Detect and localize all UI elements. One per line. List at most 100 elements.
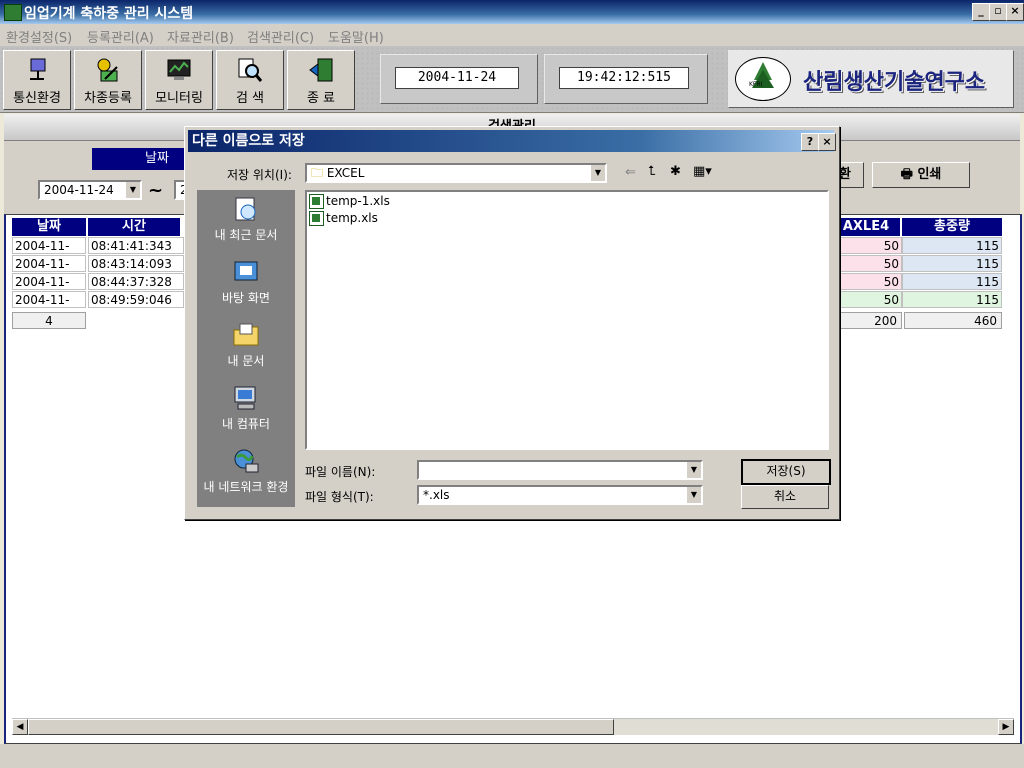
magnifier-icon <box>238 58 263 82</box>
excel-file-icon <box>309 194 324 209</box>
summary-axle4: 200 <box>830 312 902 329</box>
filetype-select[interactable]: *.xls ▼ <box>417 485 703 505</box>
menu-help[interactable]: 도움말(H) <box>328 27 384 46</box>
save-as-dialog: 다른 이름으로 저장 ? × 저장 위치(I): 🗀 EXCEL ▼ ⇐ ⮤ ✱… <box>184 126 840 520</box>
filename-input[interactable]: ▼ <box>417 460 703 480</box>
table-row-time: 08:44:37:328 <box>88 273 184 290</box>
status-bar <box>0 744 1024 768</box>
dialog-title: 다른 이름으로 저장 <box>192 133 305 149</box>
time-panel: 19:42:12:515 <box>544 54 708 104</box>
edit-pencil-icon <box>97 58 118 82</box>
close-window-button[interactable]: × <box>1006 3 1024 21</box>
print-button[interactable]: 🖶 인쇄 <box>872 162 970 188</box>
save-in-label: 저장 위치(I): <box>227 168 292 182</box>
column-header-date[interactable]: 날짜 <box>12 218 86 236</box>
folder-icon: 🗀 <box>311 166 324 180</box>
table-row-total: 115 <box>902 237 1002 254</box>
desktop-icon <box>234 261 258 281</box>
places-bar: 내 최근 문서 바탕 화면 내 문서 내 컴퓨터 내 네트워크 환경 <box>197 190 295 507</box>
up-folder-icon[interactable]: ⮤ <box>648 164 656 179</box>
view-menu-icon[interactable]: ▦▾ <box>693 164 712 179</box>
list-item[interactable]: temp-1.xls <box>309 194 390 209</box>
cancel-button[interactable]: 취소 <box>741 485 829 509</box>
column-header-total-weight[interactable]: 총중량 <box>902 218 1002 236</box>
exit-button[interactable]: 종 료 <box>287 50 355 110</box>
monitoring-button[interactable]: 모니터링 <box>145 50 213 110</box>
table-row-total: 115 <box>902 291 1002 308</box>
chevron-down-icon[interactable]: ▼ <box>686 462 701 478</box>
chevron-down-icon[interactable]: ▼ <box>125 182 140 198</box>
excel-file-icon <box>309 211 324 226</box>
back-arrow-icon[interactable]: ⇐ <box>625 165 636 180</box>
kfri-logo <box>735 57 791 101</box>
date-panel: 2004-11-24 <box>380 54 538 104</box>
list-item[interactable]: temp.xls <box>309 211 378 226</box>
table-row-axle4: 50 <box>830 255 902 272</box>
exit-door-icon <box>309 58 333 82</box>
comm-settings-button[interactable]: 통신환경 <box>3 50 71 110</box>
help-button[interactable]: ? <box>801 133 819 151</box>
org-logo-panel: KFRI 산림생산기술연구소 <box>728 50 1014 108</box>
recent-documents-icon <box>235 197 256 221</box>
kfri-badge: KFRI <box>749 81 763 88</box>
save-in-select[interactable]: 🗀 EXCEL ▼ <box>305 163 607 183</box>
summary-total: 460 <box>904 312 1002 329</box>
current-time: 19:42:12:515 <box>559 67 689 89</box>
filename-label: 파일 이름(N): <box>305 465 376 479</box>
app-title: 임업기계 축하중 관리 시스템 <box>24 6 194 22</box>
chevron-down-icon[interactable]: ▼ <box>590 165 605 181</box>
table-row-time: 08:49:59:046 <box>88 291 184 308</box>
tree-icon <box>752 62 774 88</box>
menu-search[interactable]: 검색관리(C) <box>247 27 314 46</box>
scroll-left-icon[interactable]: ◀ <box>12 719 28 735</box>
table-row-date: 2004-11-24 <box>12 291 86 324</box>
place-desktop[interactable]: 바탕 화면 <box>197 259 295 306</box>
printer-icon: 🖶 <box>900 167 913 182</box>
table-row-axle4: 50 <box>830 237 902 254</box>
app-icon <box>4 4 22 21</box>
menu-data[interactable]: 자료관리(B) <box>167 27 234 46</box>
date-from-select[interactable]: 2004-11-24 ▼ <box>38 180 142 200</box>
table-row-time: 08:41:41:343 <box>88 237 184 254</box>
table-row-date: 2004-11-24 <box>12 255 86 288</box>
table-row-date: 2004-11-24 <box>12 273 86 306</box>
place-my-computer[interactable]: 내 컴퓨터 <box>197 385 295 432</box>
scroll-right-icon[interactable]: ▶ <box>998 719 1014 735</box>
my-computer-icon <box>234 386 256 410</box>
table-row-axle4: 50 <box>830 273 902 290</box>
menu-settings[interactable]: 환경설정(S) <box>6 27 72 46</box>
table-row-total: 115 <box>902 255 1002 272</box>
new-folder-icon[interactable]: ✱ <box>670 164 681 179</box>
table-row-axle4: 50 <box>830 291 902 308</box>
column-header-axle4[interactable]: AXLE4 <box>832 218 900 236</box>
save-button[interactable]: 저장(S) <box>741 459 831 485</box>
table-row-date: 2004-11-24 <box>12 237 86 270</box>
range-separator: ~ <box>148 180 164 201</box>
place-my-documents[interactable]: 내 문서 <box>197 322 295 369</box>
network-plug-icon <box>30 58 46 80</box>
restore-button[interactable]: ▫ <box>989 3 1007 21</box>
monitor-icon <box>167 59 191 80</box>
dialog-title-bar: 다른 이름으로 저장 <box>188 130 834 152</box>
file-list[interactable]: temp-1.xls temp.xls <box>305 190 829 450</box>
toolbar: 통신환경 차종등록 모니터링 검 색 종 료 2004-11-24 19:42:… <box>0 46 1024 113</box>
horizontal-scrollbar[interactable]: ◀ ▶ <box>12 718 1014 735</box>
column-header-time[interactable]: 시간 <box>88 218 180 236</box>
place-network[interactable]: 내 네트워크 환경 <box>197 448 295 495</box>
table-row-total: 115 <box>902 273 1002 290</box>
current-date: 2004-11-24 <box>395 67 519 89</box>
org-logo-text: 산림생산기술연구소 <box>803 70 986 95</box>
chevron-down-icon[interactable]: ▼ <box>686 487 701 503</box>
place-recent[interactable]: 내 최근 문서 <box>197 196 295 243</box>
summary-count: 4 <box>12 312 86 329</box>
minimize-button[interactable]: _ <box>972 3 990 21</box>
dialog-close-button[interactable]: × <box>818 133 836 151</box>
filetype-label: 파일 형식(T): <box>305 490 374 504</box>
vehicle-register-button[interactable]: 차종등록 <box>74 50 142 110</box>
network-globe-icon <box>234 449 259 473</box>
menu-registration[interactable]: 등록관리(A) <box>87 27 154 46</box>
scroll-thumb[interactable] <box>28 719 614 735</box>
app-title-bar: 임업기계 축하중 관리 시스템 _ ▫ × <box>0 0 1024 24</box>
search-button[interactable]: 검 색 <box>216 50 284 110</box>
table-row-time: 08:43:14:093 <box>88 255 184 272</box>
